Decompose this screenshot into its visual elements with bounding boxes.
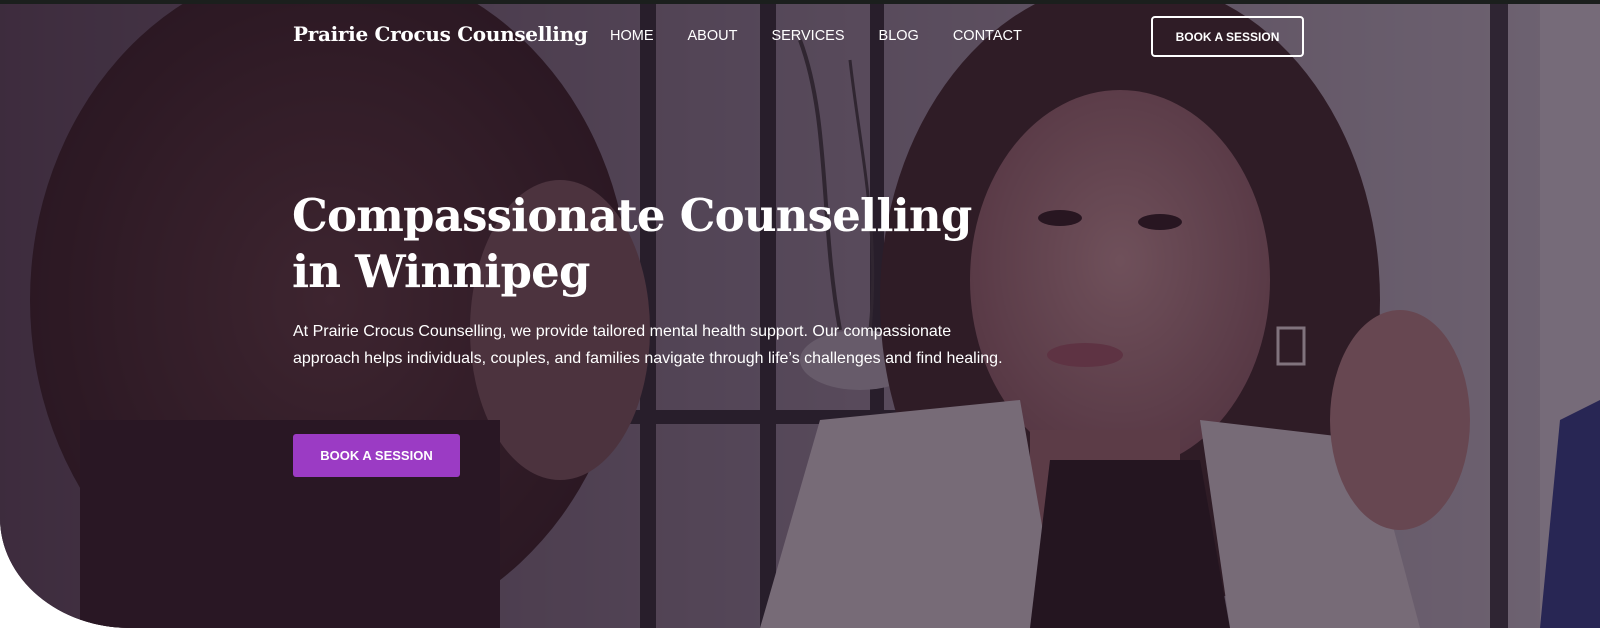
nav-item-about[interactable]: ABOUT — [688, 28, 738, 44]
hero-lead-text: At Prairie Crocus Counselling, we provid… — [293, 323, 1003, 367]
nav-item-home[interactable]: HOME — [610, 28, 654, 44]
hero-headline: Compassionate Counselling in Winnipeg — [292, 189, 972, 298]
nav-item-contact[interactable]: CONTACT — [953, 28, 1022, 44]
hero-overlay — [0, 0, 1600, 628]
site-logo[interactable]: Prairie Crocus Counselling — [293, 22, 588, 46]
hero-book-session-button[interactable]: BOOK A SESSION — [293, 434, 460, 477]
header-book-session-button[interactable]: BOOK A SESSION — [1151, 16, 1304, 57]
site-header: Prairie Crocus Counselling HOME ABOUT SE… — [0, 0, 1600, 74]
hero-section: Prairie Crocus Counselling HOME ABOUT SE… — [0, 0, 1600, 628]
nav-item-services[interactable]: SERVICES — [771, 28, 844, 44]
nav-item-blog[interactable]: BLOG — [879, 28, 919, 44]
main-nav: HOME ABOUT SERVICES BLOG CONTACT — [610, 28, 1056, 44]
